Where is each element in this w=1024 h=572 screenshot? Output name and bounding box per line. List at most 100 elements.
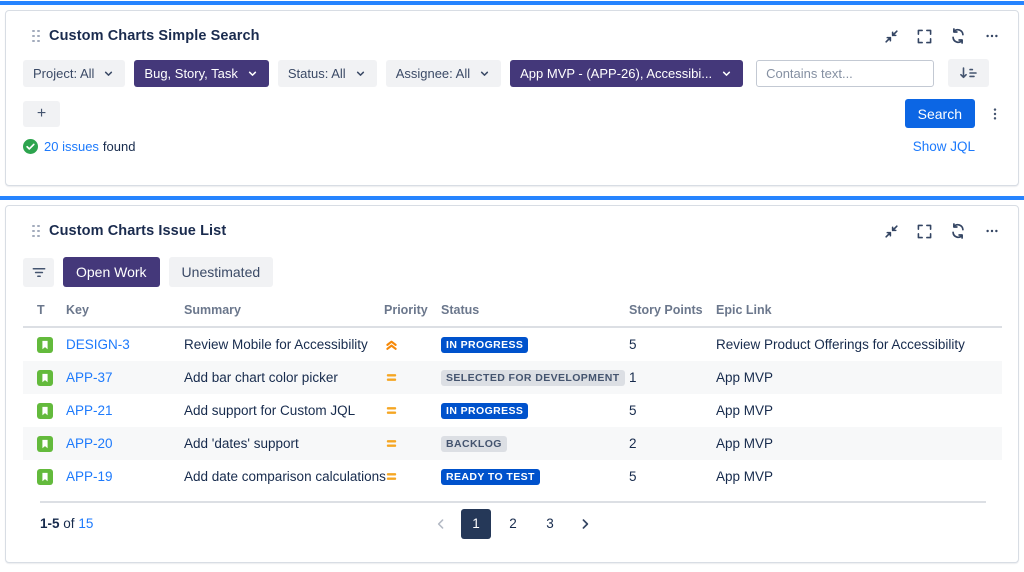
page-buttons: 123 [461, 509, 565, 539]
refresh-icon[interactable] [950, 223, 966, 239]
issue-list-panel: Custom Charts Issue List Open Work Unesti… [5, 205, 1019, 563]
results-suffix: found [103, 139, 136, 154]
filter-pill-label: Project: All [33, 66, 94, 81]
issue-key-link[interactable]: APP-19 [66, 469, 113, 484]
page-button-2[interactable]: 2 [498, 509, 528, 539]
filter-pill[interactable]: Project: All [23, 60, 125, 87]
status-badge: IN PROGRESS [441, 403, 528, 420]
chevron-down-icon [478, 67, 491, 80]
issue-key-link[interactable]: APP-20 [66, 436, 113, 451]
status-badge: IN PROGRESS [441, 337, 528, 354]
status-badge: SELECTED FOR DEVELOPMENT [441, 370, 625, 387]
filter-pill[interactable]: Status: All [278, 60, 377, 87]
table-row[interactable]: APP-20 Add 'dates' support BACKLOG 2 App… [23, 427, 1002, 460]
saved-filter-tabs: Open Work Unestimated [6, 239, 1018, 287]
more-icon[interactable] [984, 224, 1000, 238]
panel-title: Custom Charts Issue List [49, 223, 226, 239]
column-header-t: T [23, 303, 66, 317]
results-count-link[interactable]: 20 issues [44, 139, 99, 154]
story-type-icon [37, 337, 53, 353]
contains-text-input[interactable] [756, 60, 934, 87]
tab-open-work[interactable]: Open Work [63, 257, 160, 287]
issue-table: TKeySummaryPriorityStatusStory PointsEpi… [6, 287, 1018, 531]
issue-key-link[interactable]: APP-37 [66, 370, 113, 385]
tab-buttons: Open Work Unestimated [63, 257, 273, 287]
priority-medium-icon [384, 403, 399, 418]
panel-header: Custom Charts Simple Search [6, 11, 1018, 44]
story-points-value: 2 [629, 436, 716, 451]
page-button-3[interactable]: 3 [535, 509, 565, 539]
filter-pill-label: Status: All [288, 66, 346, 81]
issue-summary: Add date comparison calculations [184, 469, 384, 484]
issue-summary: Review Mobile for Accessibility [184, 337, 384, 352]
filter-icon [31, 265, 47, 280]
epic-link-value: App MVP [716, 469, 1002, 484]
story-type-icon [37, 403, 53, 419]
sort-order-button[interactable] [948, 59, 989, 87]
issue-summary: Add bar chart color picker [184, 370, 384, 385]
column-header-story-points: Story Points [629, 303, 716, 317]
results-range: 1-5 of 15 [40, 516, 93, 531]
filter-pill[interactable]: App MVP - (APP-26), Accessibi... [510, 60, 743, 87]
issue-key-link[interactable]: DESIGN-3 [66, 337, 130, 352]
priority-medium-icon [384, 436, 399, 451]
table-row[interactable]: APP-19 Add date comparison calculations … [23, 460, 1002, 493]
of-label: of [63, 516, 74, 531]
kebab-menu-icon[interactable] [988, 106, 1002, 122]
more-icon[interactable] [984, 29, 1000, 43]
chevron-down-icon [246, 67, 259, 80]
prev-page-icon[interactable] [428, 509, 454, 539]
results-row: 20 issues found Show JQL [6, 128, 1018, 154]
range-text: 1-5 [40, 516, 60, 531]
expand-icon[interactable] [917, 29, 932, 44]
filters-row: Project: All Bug, Story, Task Status: Al… [6, 44, 1018, 87]
issue-table-body: DESIGN-3 Review Mobile for Accessibility… [23, 328, 1002, 493]
filter-pill-label: Bug, Story, Task [144, 66, 237, 81]
priority-high-icon [384, 337, 399, 352]
panel-header: Custom Charts Issue List [6, 206, 1018, 239]
status-badge: READY TO TEST [441, 469, 540, 486]
filter-pill[interactable]: Bug, Story, Task [134, 60, 268, 87]
collapse-icon[interactable] [884, 224, 899, 239]
table-row[interactable]: APP-21 Add support for Custom JQL IN PRO… [23, 394, 1002, 427]
issue-summary: Add support for Custom JQL [184, 403, 384, 418]
issue-key-link[interactable]: APP-21 [66, 403, 113, 418]
column-header-priority: Priority [384, 303, 441, 317]
next-page-icon[interactable] [572, 509, 598, 539]
add-filter-button[interactable]: + [23, 101, 60, 127]
page-button-1[interactable]: 1 [461, 509, 491, 539]
story-type-icon [37, 370, 53, 386]
story-points-value: 5 [629, 403, 716, 418]
issue-summary: Add 'dates' support [184, 436, 384, 451]
table-footer: 1-5 of 15 123 [40, 501, 986, 531]
column-header-key: Key [66, 303, 184, 317]
pagination: 123 [428, 509, 598, 539]
column-header-epic-link: Epic Link [716, 303, 1002, 317]
drag-handle-icon[interactable] [32, 225, 40, 238]
tab-unestimated[interactable]: Unestimated [169, 257, 274, 287]
chevron-down-icon [720, 67, 733, 80]
priority-medium-icon [384, 469, 399, 484]
story-type-icon [37, 436, 53, 452]
story-type-icon [37, 469, 53, 485]
table-row[interactable]: DESIGN-3 Review Mobile for Accessibility… [23, 328, 1002, 361]
collapse-icon[interactable] [884, 29, 899, 44]
total-count[interactable]: 15 [78, 516, 93, 531]
epic-link-value: Review Product Offerings for Accessibili… [716, 337, 1002, 352]
priority-medium-icon [384, 370, 399, 385]
table-row[interactable]: APP-37 Add bar chart color picker SELECT… [23, 361, 1002, 394]
search-button[interactable]: Search [905, 99, 975, 128]
refresh-icon[interactable] [950, 28, 966, 44]
column-header-summary: Summary [184, 303, 384, 317]
filter-pill-label: App MVP - (APP-26), Accessibi... [520, 66, 712, 81]
column-header-status: Status [441, 303, 629, 317]
show-jql-link[interactable]: Show JQL [913, 139, 975, 154]
panel-title: Custom Charts Simple Search [49, 28, 260, 44]
drag-handle-icon[interactable] [32, 30, 40, 43]
filter-pill[interactable]: Assignee: All [386, 60, 501, 87]
expand-icon[interactable] [917, 224, 932, 239]
epic-link-value: App MVP [716, 436, 1002, 451]
epic-link-value: App MVP [716, 370, 1002, 385]
filter-button[interactable] [23, 258, 54, 287]
story-points-value: 5 [629, 337, 716, 352]
